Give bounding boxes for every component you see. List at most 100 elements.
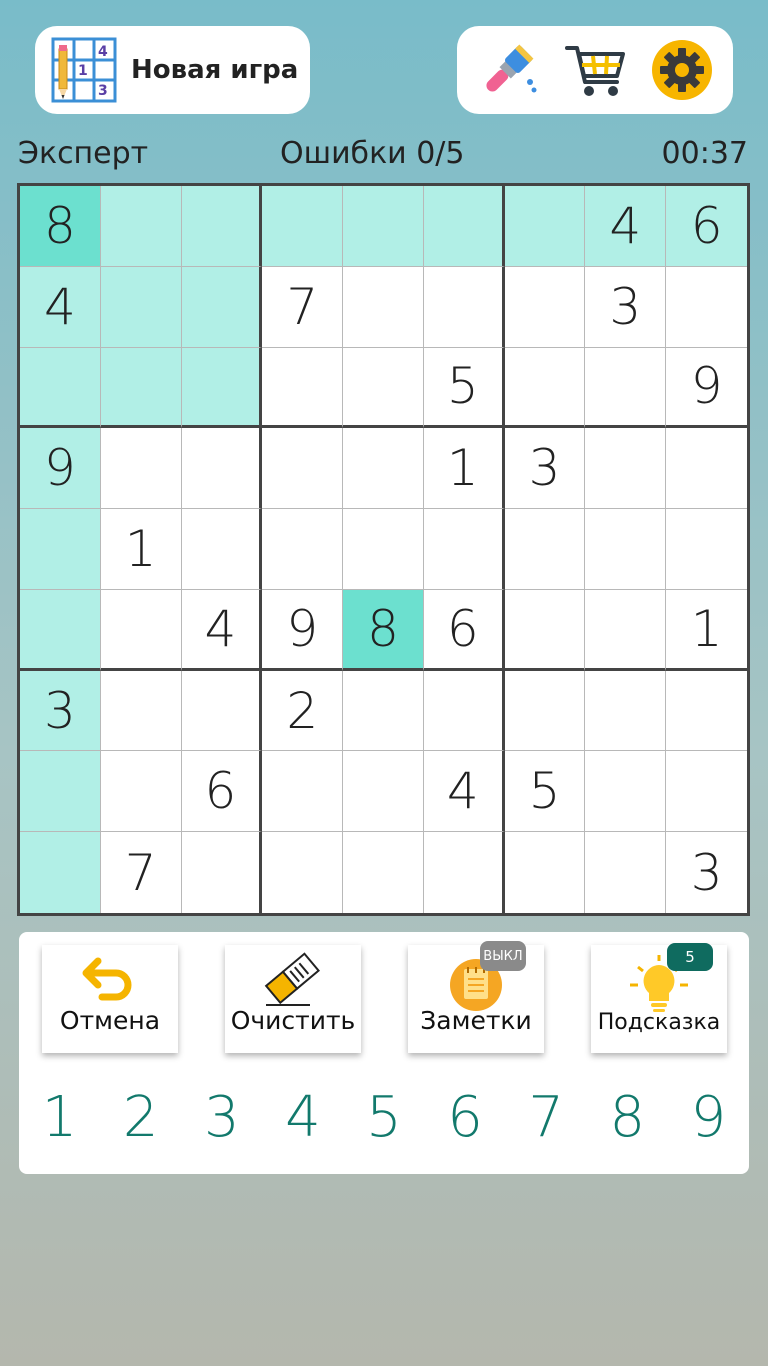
theme-button[interactable]	[476, 38, 540, 102]
board-cell[interactable]	[585, 670, 667, 752]
new-game-button[interactable]: 4 1 3 Новая игра	[35, 26, 310, 114]
erase-button[interactable]: Очистить	[225, 945, 361, 1053]
board-cell[interactable]: 4	[20, 266, 101, 348]
board-cell[interactable]	[504, 670, 586, 752]
board-cell[interactable]	[423, 266, 505, 348]
number-button-9[interactable]: 9	[668, 1082, 749, 1152]
number-button-3[interactable]: 3	[181, 1082, 262, 1152]
board-cell[interactable]	[423, 509, 505, 590]
board-cell[interactable]: 6	[181, 751, 263, 833]
number-button-7[interactable]: 7	[506, 1082, 587, 1152]
shop-button[interactable]	[563, 38, 627, 102]
board-cell[interactable]: 3	[666, 832, 747, 913]
board-cell[interactable]	[343, 509, 424, 590]
board-cell[interactable]	[262, 751, 344, 833]
board-cell[interactable]	[181, 347, 263, 429]
board-cell[interactable]	[100, 186, 182, 267]
number-button-4[interactable]: 4	[262, 1082, 343, 1152]
board-cell[interactable]: 9	[666, 348, 747, 429]
board-cell[interactable]: 5	[423, 347, 505, 429]
board-cell[interactable]	[585, 347, 667, 429]
board-cell[interactable]	[343, 266, 424, 348]
board-cell[interactable]	[504, 347, 586, 429]
notes-button[interactable]: ВЫКЛ Заметки	[408, 941, 544, 1053]
board-cell[interactable]	[20, 751, 101, 833]
board-cell[interactable]	[343, 832, 424, 913]
board-cell[interactable]	[262, 347, 344, 429]
board-cell[interactable]	[343, 751, 424, 833]
number-button-8[interactable]: 8	[587, 1082, 668, 1152]
board-cell[interactable]	[262, 509, 344, 590]
number-button-2[interactable]: 2	[100, 1082, 181, 1152]
board-cell[interactable]	[20, 509, 101, 590]
board-cell[interactable]	[343, 347, 424, 429]
board-cell[interactable]: 1	[100, 509, 182, 590]
number-button-6[interactable]: 6	[425, 1082, 506, 1152]
number-button-1[interactable]: 1	[19, 1082, 100, 1152]
board-cell[interactable]: 2	[262, 670, 344, 752]
board-cell[interactable]	[262, 186, 344, 267]
board-cell[interactable]: 6	[423, 589, 505, 671]
board-cell[interactable]: 9	[20, 428, 101, 510]
board-cell[interactable]: 3	[20, 670, 101, 752]
board-cell[interactable]: 3	[504, 428, 586, 510]
board-cell[interactable]	[262, 832, 344, 913]
board-cell[interactable]	[505, 832, 586, 913]
board-cell[interactable]	[181, 670, 263, 752]
board-cell[interactable]: 4	[423, 751, 505, 833]
board-cell[interactable]	[100, 347, 182, 429]
board-cell[interactable]	[585, 751, 667, 833]
board-cell[interactable]	[262, 428, 344, 510]
board-cell[interactable]	[585, 589, 667, 671]
board-cell[interactable]	[181, 428, 263, 510]
board-cell[interactable]: 4	[585, 186, 667, 267]
board-cell[interactable]	[181, 186, 263, 267]
board-cell[interactable]	[100, 589, 182, 671]
board-cell[interactable]: 3	[585, 266, 667, 348]
board-cell[interactable]	[20, 832, 101, 913]
board-cell[interactable]	[182, 832, 263, 913]
board-cell[interactable]: 1	[666, 590, 747, 671]
board-cell[interactable]	[181, 266, 263, 348]
board-cell[interactable]: 5	[504, 751, 586, 833]
board-cell[interactable]: 7	[101, 832, 182, 913]
new-game-label: Новая игра	[131, 55, 299, 85]
game-timer[interactable]: 00:37	[662, 136, 748, 171]
board-cell[interactable]	[504, 266, 586, 348]
board-cell[interactable]	[20, 347, 101, 429]
board-cell[interactable]	[20, 589, 101, 671]
board-cell[interactable]	[585, 509, 667, 590]
board-cell[interactable]	[100, 751, 182, 833]
board-cell[interactable]	[343, 186, 424, 267]
board-cell[interactable]	[423, 670, 505, 752]
board-cell[interactable]: 7	[262, 266, 344, 348]
board-cell[interactable]	[343, 428, 424, 510]
board-cell[interactable]	[504, 509, 586, 590]
board-cell[interactable]: 6	[666, 186, 747, 267]
board-cell[interactable]: 1	[423, 428, 505, 510]
board-cell[interactable]	[504, 186, 586, 267]
number-button-5[interactable]: 5	[343, 1082, 424, 1152]
board-cell[interactable]	[100, 266, 182, 348]
board-cell[interactable]: 8	[343, 589, 424, 671]
board-cell[interactable]	[100, 428, 182, 510]
board-cell[interactable]	[585, 428, 667, 510]
board-cell[interactable]: 9	[262, 589, 344, 671]
board-cell[interactable]	[585, 832, 667, 913]
board-cell[interactable]	[504, 589, 586, 671]
board-cell[interactable]	[100, 670, 182, 752]
board-cell[interactable]	[343, 670, 424, 752]
board-cell[interactable]	[666, 267, 747, 348]
board-cell[interactable]: 8	[20, 186, 101, 267]
board-cell[interactable]	[666, 671, 747, 752]
board-cell[interactable]	[424, 832, 505, 913]
board-cell[interactable]: 4	[181, 589, 263, 671]
board-cell[interactable]	[423, 186, 505, 267]
board-cell[interactable]	[181, 509, 263, 590]
board-cell[interactable]	[666, 751, 747, 833]
board-cell[interactable]	[666, 509, 747, 590]
hint-button[interactable]: 5 Подсказка	[591, 943, 727, 1053]
board-cell[interactable]	[666, 428, 747, 510]
undo-button[interactable]: Отмена	[42, 945, 178, 1053]
settings-button[interactable]	[650, 38, 714, 102]
